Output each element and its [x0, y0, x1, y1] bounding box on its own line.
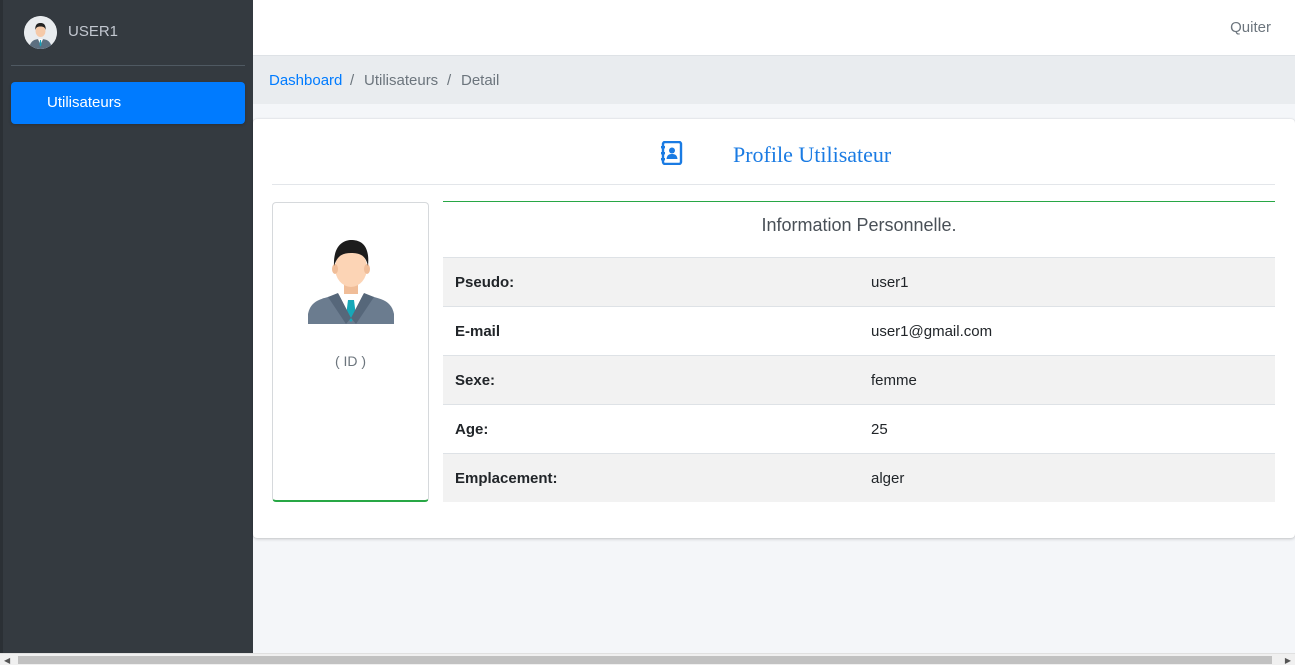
sidebar: USER1 Utilisateurs [0, 0, 253, 653]
breadcrumb-dashboard[interactable]: Dashboard [269, 72, 342, 89]
field-label: Pseudo: [455, 274, 515, 291]
sidebar-item-label: Utilisateurs [47, 94, 122, 111]
table-row: Emplacement: alger [443, 453, 1275, 502]
user-name[interactable]: USER1 [68, 23, 118, 40]
field-value: user1 [871, 274, 909, 291]
avatar-person-icon [24, 16, 57, 49]
table-row: Pseudo: user1 [443, 257, 1275, 306]
field-value: 25 [871, 421, 888, 438]
scroll-right-icon[interactable]: ▶ [1285, 656, 1291, 665]
field-label: Sexe: [455, 372, 496, 389]
breadcrumb-detail: Detail [461, 72, 500, 89]
profile-photo-box: ( ID ) [272, 202, 429, 502]
user-photo [308, 240, 394, 324]
field-value: alger [871, 470, 905, 487]
info-title: Information Personnelle. [761, 215, 957, 235]
field-value: user1@gmail.com [871, 323, 993, 340]
table-row: Age: 25 [443, 404, 1275, 453]
breadcrumb: Dashboard / Utilisateurs / Detail [253, 56, 1295, 104]
table-row: Sexe: femme [443, 355, 1275, 404]
sidebar-edge [0, 0, 3, 653]
sidebar-item-utilisateurs[interactable]: Utilisateurs [11, 82, 245, 124]
breadcrumb-utilisateurs: Utilisateurs [364, 72, 439, 89]
field-value: femme [871, 372, 917, 389]
top-navbar: Quiter [253, 0, 1295, 56]
photo-caption: ( ID ) [334, 353, 367, 369]
profile-card: Profile Utilisateur ( ID ) Information P… [253, 119, 1295, 538]
field-label: E-mail [455, 323, 501, 340]
horizontal-scrollbar[interactable]: ◀ ▶ [0, 653, 1295, 665]
scroll-left-icon[interactable]: ◀ [4, 656, 10, 665]
breadcrumb-separator: / [350, 72, 355, 89]
scrollbar-thumb[interactable] [18, 656, 1272, 664]
breadcrumb-separator: / [447, 72, 452, 89]
table-row: E-mail user1@gmail.com [443, 306, 1275, 355]
address-book-icon [661, 141, 683, 165]
user-panel[interactable]: USER1 [11, 0, 245, 66]
field-label: Emplacement: [455, 470, 558, 487]
profile-header: Profile Utilisateur [272, 119, 1275, 185]
quit-link[interactable]: Quiter [1230, 19, 1271, 36]
personal-info-table: Information Personnelle. Pseudo: user1 E… [443, 201, 1275, 502]
field-label: Age: [455, 421, 489, 438]
user-avatar[interactable] [24, 16, 57, 49]
page-title: Profile Utilisateur [733, 142, 892, 167]
